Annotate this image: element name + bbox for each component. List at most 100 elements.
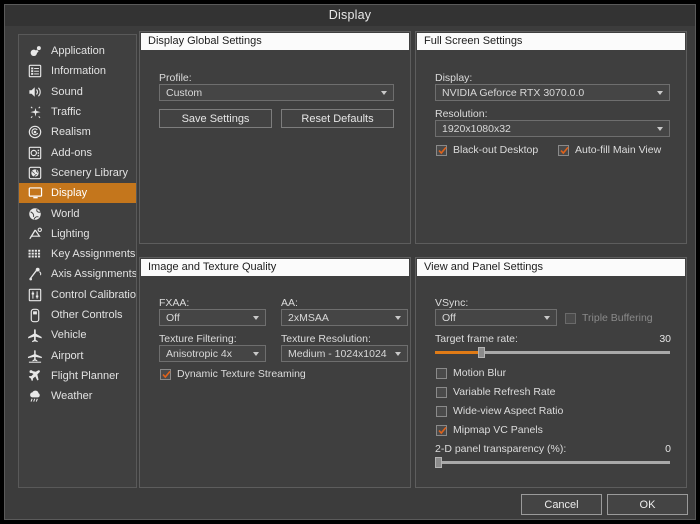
sidebar-item-label: World	[51, 208, 80, 220]
world-icon	[26, 206, 44, 222]
sidebar-item-information[interactable]: Information	[19, 61, 136, 81]
checkbox-box	[436, 145, 447, 156]
sidebar-item-control-calibration[interactable]: Control Calibration	[19, 285, 136, 305]
sidebar-item-label: Flight Planner	[51, 370, 119, 382]
sidebar-item-label: Axis Assignments	[51, 268, 137, 280]
fxaa-select-value: Off	[166, 312, 180, 324]
sidebar-item-display[interactable]: Display	[19, 183, 136, 203]
sidebar-item-sound[interactable]: Sound	[19, 82, 136, 102]
checkbox-box	[436, 368, 447, 379]
display-icon	[26, 185, 44, 201]
slider-thumb[interactable]	[478, 347, 485, 358]
blackout-desktop-checkbox[interactable]: Black-out Desktop	[436, 144, 538, 156]
app-root: Display Application Information Sound Traff…	[0, 0, 700, 524]
dynamic-texture-streaming-checkbox[interactable]: Dynamic Texture Streaming	[160, 368, 306, 380]
sidebar-item-label: Traffic	[51, 106, 81, 118]
mipmap-vc-panels-label: Mipmap VC Panels	[453, 424, 543, 436]
cancel-button[interactable]: Cancel	[521, 494, 602, 515]
resolution-select-value: 1920x1080x32	[442, 123, 511, 135]
checkbox-box	[436, 387, 447, 398]
triple-buffering-checkbox[interactable]: Triple Buffering	[565, 312, 653, 324]
panel-display-global-settings: Display Global Settings Profile: Custom …	[139, 31, 411, 244]
chevron-down-icon	[657, 91, 663, 95]
checkbox-box	[160, 369, 171, 380]
variable-refresh-rate-label: Variable Refresh Rate	[453, 386, 556, 398]
panel-view-and-panel-settings: View and Panel Settings VSync: Off Tripl…	[415, 257, 687, 488]
display-select[interactable]: NVIDIA Geforce RTX 3070.0.0	[435, 84, 670, 101]
fxaa-label: FXAA:	[159, 297, 189, 309]
check-mark-icon	[560, 146, 569, 155]
sidebar-item-world[interactable]: World	[19, 203, 136, 223]
reset-defaults-button[interactable]: Reset Defaults	[281, 109, 394, 128]
checkbox-box	[436, 425, 447, 436]
sidebar-item-label: Scenery Library	[51, 167, 128, 179]
fxaa-select[interactable]: Off	[159, 309, 266, 326]
ok-button[interactable]: OK	[607, 494, 688, 515]
sidebar-item-label: Weather	[51, 390, 92, 402]
variable-refresh-rate-checkbox[interactable]: Variable Refresh Rate	[436, 386, 556, 398]
sidebar-item-realism[interactable]: Realism	[19, 122, 136, 142]
sidebar-item-weather[interactable]: Weather	[19, 386, 136, 406]
key-assignments-icon	[26, 246, 44, 262]
display-select-value: NVIDIA Geforce RTX 3070.0.0	[442, 87, 584, 99]
panel-transparency-value: 0	[617, 443, 671, 455]
target-frame-rate-value: 30	[617, 333, 671, 345]
control-calibration-icon	[26, 287, 44, 303]
mipmap-vc-panels-checkbox[interactable]: Mipmap VC Panels	[436, 424, 543, 436]
settings-dialog: Display Application Information Sound Traff…	[4, 4, 696, 520]
sidebar-item-scenery-library[interactable]: Scenery Library	[19, 163, 136, 183]
other-controls-icon	[26, 307, 44, 323]
sidebar-item-label: Information	[51, 65, 106, 77]
sidebar-item-add-ons[interactable]: Add-ons	[19, 142, 136, 162]
save-settings-button[interactable]: Save Settings	[159, 109, 272, 128]
panel-body-view-panel: VSync: Off Triple Buffering Target frame…	[417, 276, 685, 486]
wide-view-aspect-ratio-checkbox[interactable]: Wide-view Aspect Ratio	[436, 405, 563, 417]
sidebar-item-label: Control Calibration	[51, 289, 137, 301]
checkbox-box	[436, 406, 447, 417]
vehicle-icon	[26, 327, 44, 343]
vsync-select[interactable]: Off	[435, 309, 557, 326]
texture-resolution-label: Texture Resolution:	[281, 333, 371, 345]
triple-buffering-label: Triple Buffering	[582, 312, 653, 324]
addons-icon	[26, 145, 44, 161]
target-frame-rate-slider[interactable]	[435, 347, 670, 358]
texture-filtering-select[interactable]: Anisotropic 4x	[159, 345, 266, 362]
texture-filtering-select-value: Anisotropic 4x	[166, 348, 232, 360]
panel-title-view-panel: View and Panel Settings	[417, 259, 685, 276]
sidebar-nav: Application Information Sound Traffic Realis…	[18, 34, 137, 488]
chevron-down-icon	[395, 316, 401, 320]
panel-transparency-slider[interactable]	[435, 457, 670, 468]
sidebar-item-label: Display	[51, 187, 87, 199]
application-icon	[26, 43, 44, 59]
aa-select[interactable]: 2xMSAA	[281, 309, 408, 326]
autofill-main-view-label: Auto-fill Main View	[575, 144, 661, 156]
texture-resolution-select[interactable]: Medium - 1024x1024	[281, 345, 408, 362]
sidebar-item-traffic[interactable]: Traffic	[19, 102, 136, 122]
profile-select[interactable]: Custom	[159, 84, 394, 101]
sidebar-item-axis-assignments[interactable]: Axis Assignments	[19, 264, 136, 284]
slider-fill	[435, 351, 478, 354]
sidebar-item-airport[interactable]: Airport	[19, 345, 136, 365]
sidebar-item-other-controls[interactable]: Other Controls	[19, 305, 136, 325]
sidebar-item-lighting[interactable]: Lighting	[19, 224, 136, 244]
sidebar-item-key-assignments[interactable]: Key Assignments	[19, 244, 136, 264]
motion-blur-checkbox[interactable]: Motion Blur	[436, 367, 506, 379]
page-title: Display	[329, 8, 371, 22]
realism-icon	[26, 124, 44, 140]
sidebar-item-flight-planner[interactable]: Flight Planner	[19, 366, 136, 386]
autofill-main-view-checkbox[interactable]: Auto-fill Main View	[558, 144, 661, 156]
resolution-select[interactable]: 1920x1080x32	[435, 120, 670, 137]
texture-resolution-select-value: Medium - 1024x1024	[288, 348, 387, 360]
chevron-down-icon	[544, 316, 550, 320]
sidebar-item-vehicle[interactable]: Vehicle	[19, 325, 136, 345]
display-label: Display:	[435, 72, 472, 84]
wide-view-aspect-ratio-label: Wide-view Aspect Ratio	[453, 405, 563, 417]
sidebar-item-label: Other Controls	[51, 309, 123, 321]
slider-thumb[interactable]	[435, 457, 442, 468]
sidebar-item-application[interactable]: Application	[19, 41, 136, 61]
sidebar-item-label: Key Assignments	[51, 248, 135, 260]
sidebar-item-label: Application	[51, 45, 105, 57]
dynamic-texture-streaming-label: Dynamic Texture Streaming	[177, 368, 306, 380]
lighting-icon	[26, 226, 44, 242]
vsync-label: VSync:	[435, 297, 468, 309]
